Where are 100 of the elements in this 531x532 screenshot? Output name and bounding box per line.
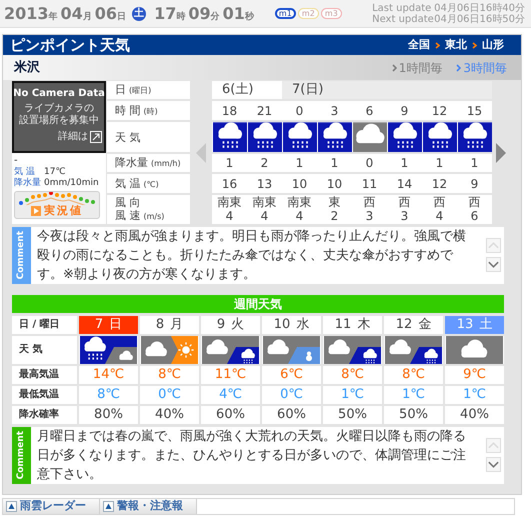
day-cell: 6(土) [212, 81, 282, 99]
table-cell-text: 18 [220, 102, 238, 120]
table-cell-text: 2 [260, 155, 270, 172]
table-cell: 0℃ [262, 386, 321, 404]
wind-speed: 3 [366, 209, 374, 223]
table-cell-text: 1 [470, 155, 480, 172]
rain-cloud-and-cloud-icon [80, 336, 137, 364]
chevron-icon [435, 42, 440, 48]
table-cell: 8℃ [140, 366, 199, 384]
details-link[interactable]: 詳細は [58, 129, 102, 144]
breadcrumb-link[interactable]: 全国 [408, 36, 430, 54]
right-arrow-icon [496, 142, 506, 162]
table-cell: 4℃ [201, 386, 260, 404]
table-cell-text: 13 [256, 176, 274, 192]
table-cell-text: 1 [330, 155, 340, 172]
day-header-cell: 8 月 [140, 316, 199, 334]
chevron-up-icon [487, 440, 500, 451]
table-cell-text: 11 [360, 176, 378, 192]
table-cell-text: 14 [396, 176, 414, 192]
table-cell: 40% [140, 406, 199, 424]
observation-reading: 0mm/10min [44, 178, 99, 189]
table-cell-text: 10 [326, 176, 344, 192]
footer-tab[interactable]: 警報・注意報 [100, 499, 197, 514]
interval-tab[interactable]: 1時間毎 [392, 58, 442, 76]
play-icon [31, 206, 41, 216]
row-label: 降水確率 [12, 406, 77, 424]
update-time: 04月06日16時50分 [434, 14, 525, 24]
table-cell: 50% [384, 406, 443, 424]
cloud-and-snowman-icon [263, 336, 320, 364]
scroll-down-button[interactable] [486, 457, 501, 472]
table-cell: 11℃ [201, 366, 260, 384]
table-cell-text: 15 [466, 102, 484, 120]
trend-dots-icon [18, 192, 96, 205]
table-cell: 6℃ [262, 366, 321, 384]
table-cell-text: 21 [256, 102, 274, 120]
table-cell-text: 1 [400, 155, 410, 172]
table-cell: 8℃ [79, 386, 138, 404]
table-cell: 1℃ [445, 386, 504, 404]
comment-text: 月曜日までは春の嵐で、雨風が強く大荒れの天気。火曜日以降も雨の降る日が多くなります。また、ひんやりとする日が多いので、体調管理にご注意下さい。 [36, 428, 467, 484]
table-cell-text: 6 [364, 102, 374, 120]
wind-direction: 東 [328, 195, 340, 209]
table-cell: 1℃ [323, 386, 382, 404]
chevron-down-icon [487, 259, 500, 270]
panel-title: ピンポイント天気 [10, 34, 130, 56]
table-cell: 0℃ [140, 386, 199, 404]
wind-speed: 4 [436, 209, 444, 223]
table-cell-text: 3 [330, 102, 340, 120]
section-header: 週間天気 [12, 295, 504, 313]
chevron-down-icon [487, 459, 500, 470]
external-link-icon [90, 130, 102, 142]
table-cell: 1℃ [384, 386, 443, 404]
breadcrumb-link[interactable]: 東北 [445, 36, 467, 54]
day-header-cell: 9 火 [201, 316, 260, 334]
table-cell-text: 0 [294, 102, 304, 120]
row-label: 天 気 [107, 122, 190, 152]
scroll-down-button[interactable] [486, 257, 501, 272]
date-text: 2013年 04月 06日 [4, 2, 128, 24]
wind-direction: 西 [398, 195, 410, 209]
time-text: 17時 09分 01秒 [154, 2, 255, 24]
table-cell-text: 9 [400, 102, 410, 120]
wind-speed: 3 [400, 209, 408, 223]
row-label: 日 / 曜日 [12, 316, 77, 334]
table-cell: 40% [445, 406, 504, 424]
chevron-icon [456, 64, 462, 72]
weekday-badge: 土 [132, 6, 146, 20]
cloud-and-sun-icon [141, 336, 198, 364]
left-arrow-icon [196, 142, 206, 162]
table-cell-text: 16 [220, 176, 238, 192]
table-cell: 50% [323, 406, 382, 424]
cloud-and-rain-cloud-icon [324, 336, 381, 364]
observation-label: 降水量 [14, 178, 42, 189]
wind-speed: 6 [470, 209, 478, 223]
row-label: 日 (曜日) [107, 81, 190, 99]
table-cell: 60% [262, 406, 321, 424]
triangle-up-icon [6, 501, 17, 512]
row-label: 最低気温 [12, 386, 77, 404]
table-cell-text: 0 [364, 155, 374, 172]
row-label: 天 気 [12, 336, 77, 364]
observation-reading: 17℃ [44, 167, 66, 178]
update-time: 04月06日16時40分 [434, 2, 525, 14]
mode-button[interactable]: m1 [274, 8, 296, 19]
day-header-cell: 13 土 [445, 316, 504, 334]
comment-text: 今夜は段々と雨風が強まります。明日も雨が降ったり止んだり。強風で横殴りの雨になることも。折りたたみ傘ではなく、丈夫な傘がおすすめです。※朝より夜の方が寒くなります。 [36, 228, 467, 284]
cloud-and-rain-cloud-icon [202, 336, 259, 364]
table-cell-text: 1 [224, 155, 234, 172]
footer-tab[interactable]: 雨雲レーダー [3, 499, 100, 514]
location-name: 米沢 [14, 58, 40, 77]
wind-direction: 西 [364, 195, 376, 209]
row-label: 降水量 (mm/h) [107, 154, 190, 172]
day-header-cell: 10 水 [262, 316, 321, 334]
table-cell-text: 12 [430, 176, 448, 192]
camera-message: ライブカメラの 設置場所を募集中 [19, 103, 99, 127]
row-label: 最高気温 [12, 366, 77, 384]
day-header-cell: 7 日 [79, 316, 138, 334]
wind-direction: 西 [468, 195, 480, 209]
breadcrumb-link[interactable]: 山形 [482, 36, 504, 54]
table-cell: 8℃ [384, 366, 443, 384]
next-button[interactable] [496, 142, 506, 162]
cloud-icon [446, 336, 503, 364]
wind-direction: 西 [434, 195, 446, 209]
